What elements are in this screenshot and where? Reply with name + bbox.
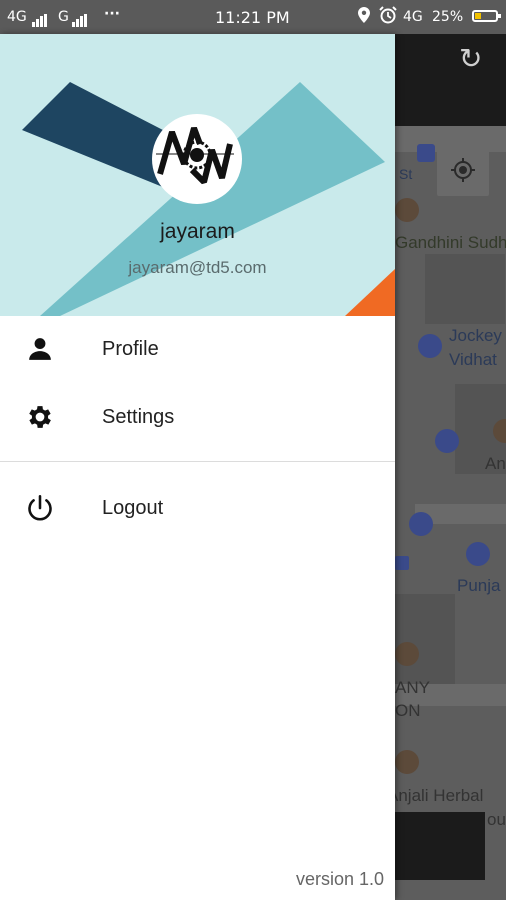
gear-icon <box>24 401 56 433</box>
app-version: version 1.0 <box>295 869 384 889</box>
menu-item-label: Profile <box>102 337 159 360</box>
map-label: ON <box>395 701 421 720</box>
drawer-header: jayaram jayaram@td5.com <box>0 34 395 316</box>
crosshair-icon <box>451 158 475 182</box>
battery-icon <box>472 10 501 22</box>
menu-item-settings[interactable]: Settings <box>0 385 395 449</box>
signal-icon-2 <box>72 11 88 27</box>
logo-icon <box>156 126 234 185</box>
menu-item-profile[interactable]: Profile <box>0 317 395 381</box>
user-name: jayaram <box>160 220 235 243</box>
avatar[interactable] <box>152 114 242 204</box>
map-label: St <box>399 166 413 182</box>
navigation-drawer: jayaram jayaram@td5.com Profile Settings… <box>0 34 395 900</box>
network-type-2: G <box>58 9 69 25</box>
my-location-button[interactable] <box>437 144 489 196</box>
refresh-icon[interactable]: ↻ <box>459 42 482 75</box>
map-view[interactable]: ↻ St Gandhini Sudh Jockey Vidhat An Punj… <box>395 34 506 900</box>
menu-item-logout[interactable]: Logout <box>0 476 395 540</box>
network-type-1: 4G <box>7 9 27 25</box>
network-type-3: 4G <box>403 9 423 25</box>
user-email: jayaram@td5.com <box>128 258 267 277</box>
map-label: Gandhini Sudh <box>395 233 506 252</box>
status-bar: 4G G ··· 11:21 PM 4G 25% <box>0 0 506 34</box>
map-label: ANY <box>395 678 430 697</box>
person-icon <box>24 333 56 365</box>
map-label: ou <box>487 810 506 829</box>
power-icon <box>24 492 56 524</box>
alarm-icon <box>379 6 397 28</box>
location-icon <box>358 7 370 27</box>
menu-item-label: Logout <box>102 496 164 519</box>
map-label: Punja <box>457 576 501 595</box>
map-label: An <box>485 454 506 473</box>
clock: 11:21 PM <box>215 8 290 27</box>
signal-icon <box>32 11 48 27</box>
map-bottom-panel <box>395 812 485 880</box>
map-label: Anjali Herbal <box>395 786 484 805</box>
battery-percent: 25% <box>432 9 464 25</box>
menu-item-label: Settings <box>102 405 175 428</box>
more-notifications-icon: ··· <box>104 6 120 22</box>
map-label: Jockey <box>449 326 502 345</box>
app-toolbar: ↻ <box>395 34 506 126</box>
map-label: Vidhat <box>449 350 497 369</box>
menu-divider <box>0 461 395 462</box>
